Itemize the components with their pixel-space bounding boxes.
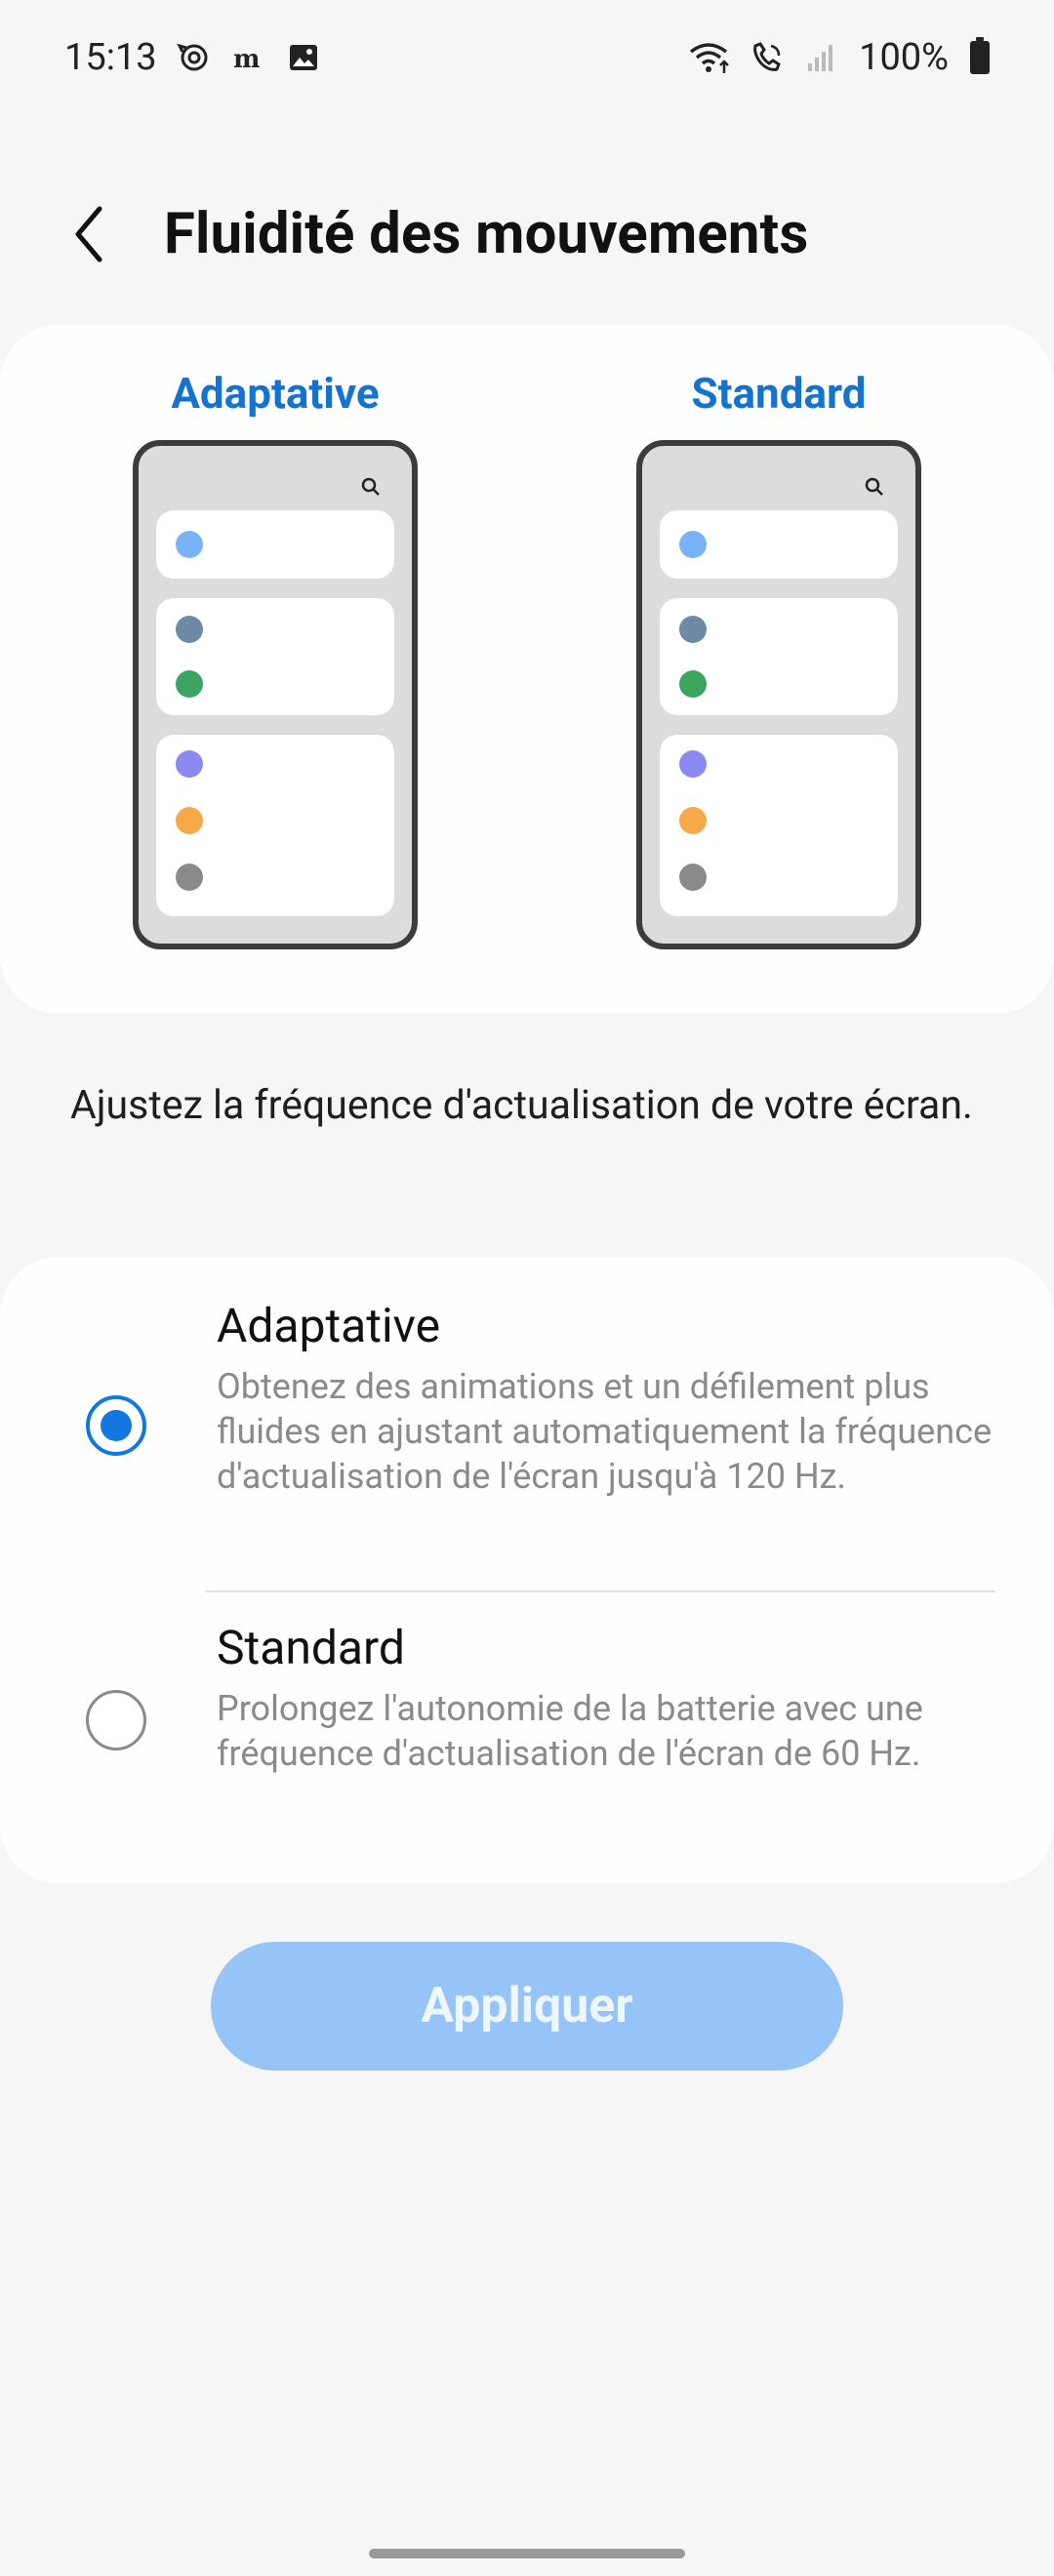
home-indicator[interactable] (369, 2549, 685, 2558)
list-panel (660, 735, 898, 916)
signal-icon (804, 40, 839, 75)
list-panel (156, 735, 394, 916)
list-dot (679, 864, 707, 891)
status-left: 15:13 m (64, 36, 321, 79)
radio-standard[interactable] (86, 1690, 146, 1751)
list-panel (156, 598, 394, 715)
status-right: 100% (687, 36, 990, 79)
option-description: Prolongez l'autonomie de la batterie ave… (217, 1688, 923, 1774)
preview-label-standard: Standard (691, 368, 867, 419)
list-dot (679, 670, 707, 698)
list-dot (176, 864, 203, 891)
list-panel (660, 510, 898, 579)
list-panel (660, 598, 898, 715)
battery-percent: 100% (859, 36, 949, 79)
apply-button[interactable]: Appliquer (211, 1942, 843, 2071)
phone-illustration-adaptive (133, 440, 418, 949)
wifi-calling-icon (750, 40, 785, 75)
wifi-icon (687, 40, 730, 75)
newspaper-icon: m (231, 40, 266, 75)
radio-adaptive[interactable] (86, 1395, 146, 1456)
app-bar: Fluidité des mouvements (0, 176, 1054, 293)
page-title: Fluidité des mouvements (164, 201, 809, 267)
search-icon (865, 477, 883, 496)
option-title: Adaptative (217, 1298, 441, 1353)
back-button[interactable] (59, 203, 121, 265)
image-icon (286, 40, 321, 75)
status-bar: 15:13 m 100% (0, 0, 1054, 115)
option-adaptive[interactable]: Adaptative Obtenez des animations et un … (0, 1257, 1054, 1590)
svg-text:m: m (233, 45, 261, 74)
sync-icon (176, 40, 212, 75)
option-description: Obtenez des animations et un défilement … (217, 1366, 993, 1497)
list-panel (156, 510, 394, 579)
list-dot (176, 807, 203, 834)
phone-illustration-standard (636, 440, 921, 949)
options-card: Adaptative Obtenez des animations et un … (0, 1257, 1054, 1883)
list-dot (176, 750, 203, 778)
preview-standard: Standard (632, 366, 925, 949)
chevron-left-icon (75, 206, 102, 262)
search-icon (361, 477, 380, 496)
option-standard[interactable]: Standard Prolongez l'autonomie de la bat… (0, 1592, 1054, 1883)
preview-adaptive: Adaptative (129, 366, 422, 949)
list-dot (679, 616, 707, 643)
battery-icon (970, 37, 990, 74)
preview-card: Adaptative Standard (0, 325, 1054, 1014)
list-dot (679, 807, 707, 834)
option-title: Standard (217, 1620, 405, 1675)
description-text: Ajustez la fréquence d'actualisation de … (70, 1082, 973, 1129)
status-time: 15:13 (64, 36, 157, 79)
list-dot (176, 616, 203, 643)
list-dot (176, 531, 203, 558)
list-dot (176, 670, 203, 698)
preview-label-adaptive: Adaptative (171, 368, 380, 419)
list-dot (679, 750, 707, 778)
list-dot (679, 531, 707, 558)
